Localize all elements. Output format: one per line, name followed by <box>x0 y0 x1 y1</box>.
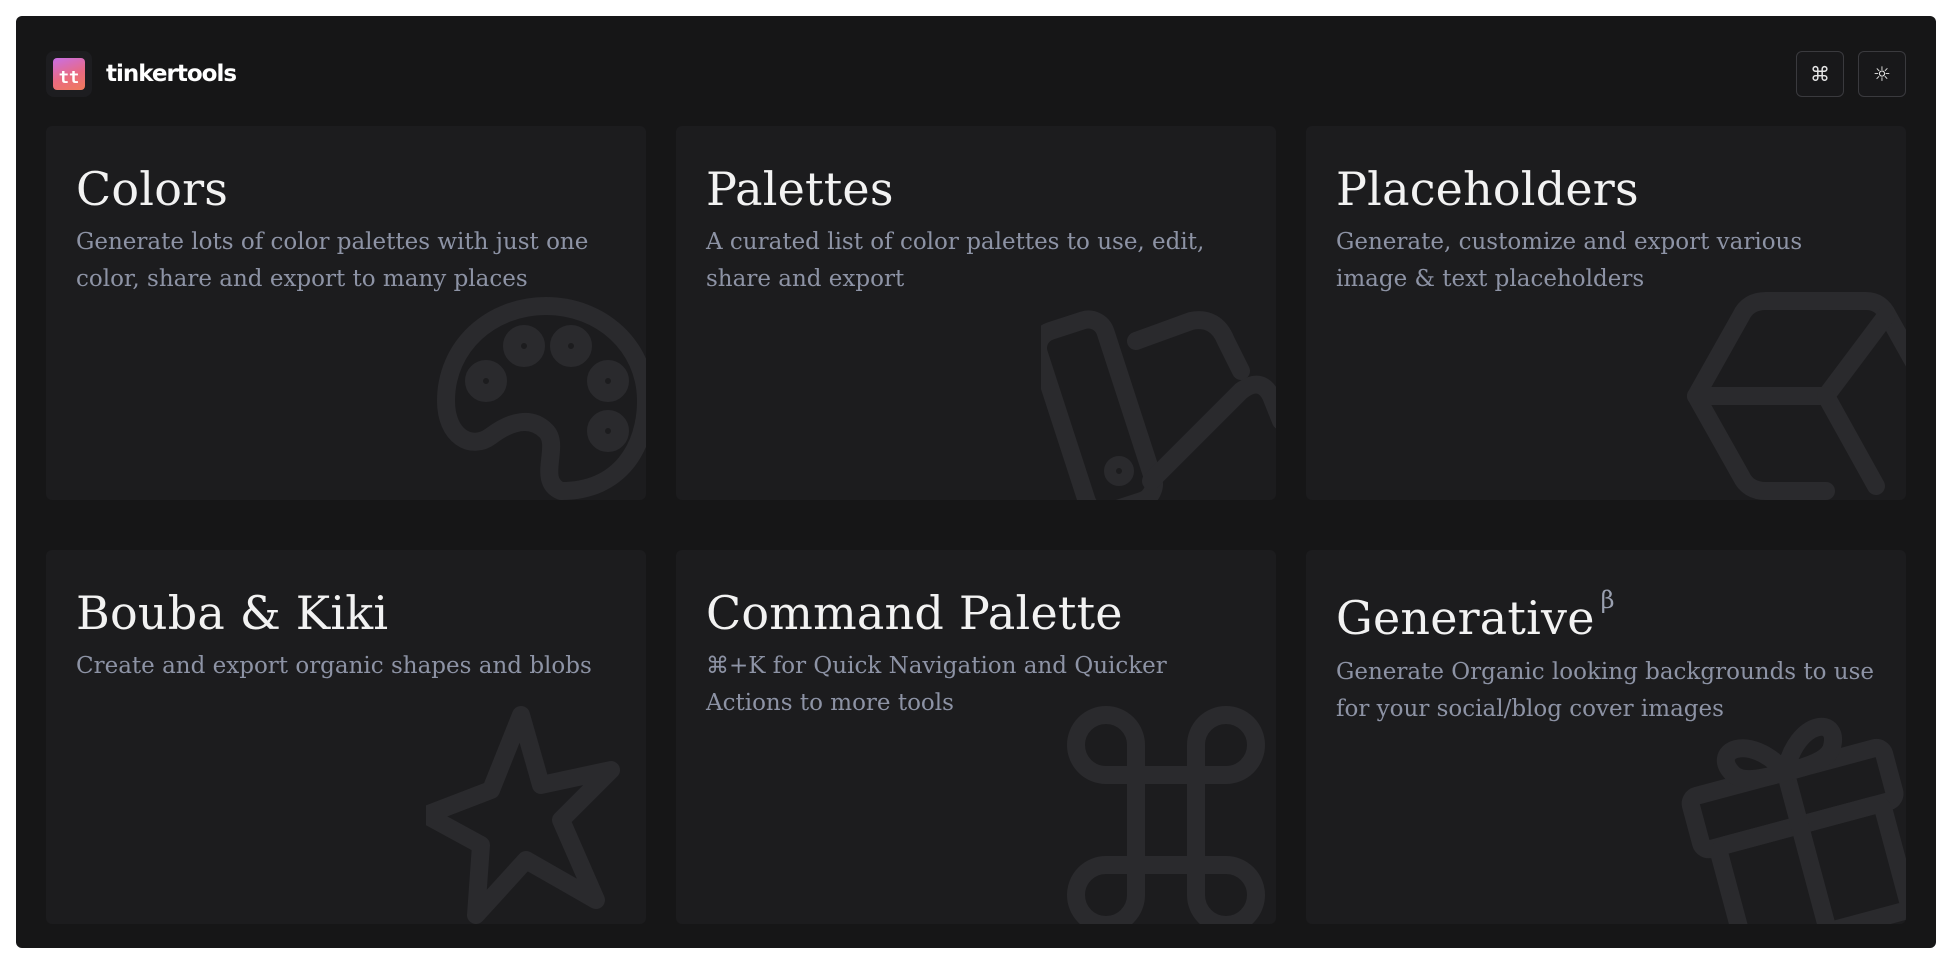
gift-icon <box>1681 717 1906 924</box>
card-title: Palettes <box>706 162 894 216</box>
cube-icon <box>1687 292 1906 500</box>
card-title: Bouba & Kiki <box>76 586 389 640</box>
brand-name[interactable]: tinkertools <box>106 61 237 87</box>
header-actions: ⌘ ☼ <box>1796 51 1906 97</box>
card-title: Placeholders <box>1336 162 1639 216</box>
card-description: Generate, customize and export various i… <box>1336 229 1803 292</box>
tool-card-palettes[interactable]: Palettes A curated list of color palette… <box>676 126 1276 500</box>
card-description: A curated list of color palettes to use,… <box>706 229 1205 292</box>
card-description: Generate lots of color palettes with jus… <box>76 229 589 292</box>
palette-icon <box>437 297 646 500</box>
card-title: Command Palette <box>706 586 1123 640</box>
swatches-icon <box>1041 310 1276 500</box>
command-icon: ⌘ <box>1810 62 1830 86</box>
command-icon <box>1067 706 1265 924</box>
tool-card-colors[interactable]: Colors Generate lots of color palettes w… <box>46 126 646 500</box>
card-title: Generative β <box>1336 586 1615 645</box>
logo-mark: tt <box>53 58 85 90</box>
card-description: Generate Organic looking backgrounds to … <box>1336 659 1875 722</box>
tool-card-generative[interactable]: Generative β Generate Organic looking bac… <box>1306 550 1906 924</box>
tool-card-command-palette[interactable]: Command Palette ⌘+K for Quick Navigation… <box>676 550 1276 924</box>
header: tt tinkertools ⌘ ☼ <box>46 46 1906 102</box>
app-window: tt tinkertools ⌘ ☼ Colors Generate lots … <box>16 16 1936 948</box>
sun-icon: ☼ <box>1873 62 1891 86</box>
card-description: ⌘+K for Quick Navigation and Quicker Act… <box>706 653 1167 716</box>
star-icon <box>426 706 620 924</box>
logo[interactable]: tt <box>46 51 92 97</box>
card-title-text: Generative <box>1336 591 1595 645</box>
command-palette-button[interactable]: ⌘ <box>1796 51 1844 97</box>
card-title: Colors <box>76 162 229 216</box>
card-description: Create and export organic shapes and blo… <box>76 653 592 679</box>
brand-link[interactable]: tt tinkertools <box>46 51 237 97</box>
theme-toggle-button[interactable]: ☼ <box>1858 51 1906 97</box>
tool-card-placeholders[interactable]: Placeholders Generate, customize and exp… <box>1306 126 1906 500</box>
beta-badge: β <box>1600 586 1615 614</box>
tool-card-bouba-kiki[interactable]: Bouba & Kiki Create and export organic s… <box>46 550 646 924</box>
